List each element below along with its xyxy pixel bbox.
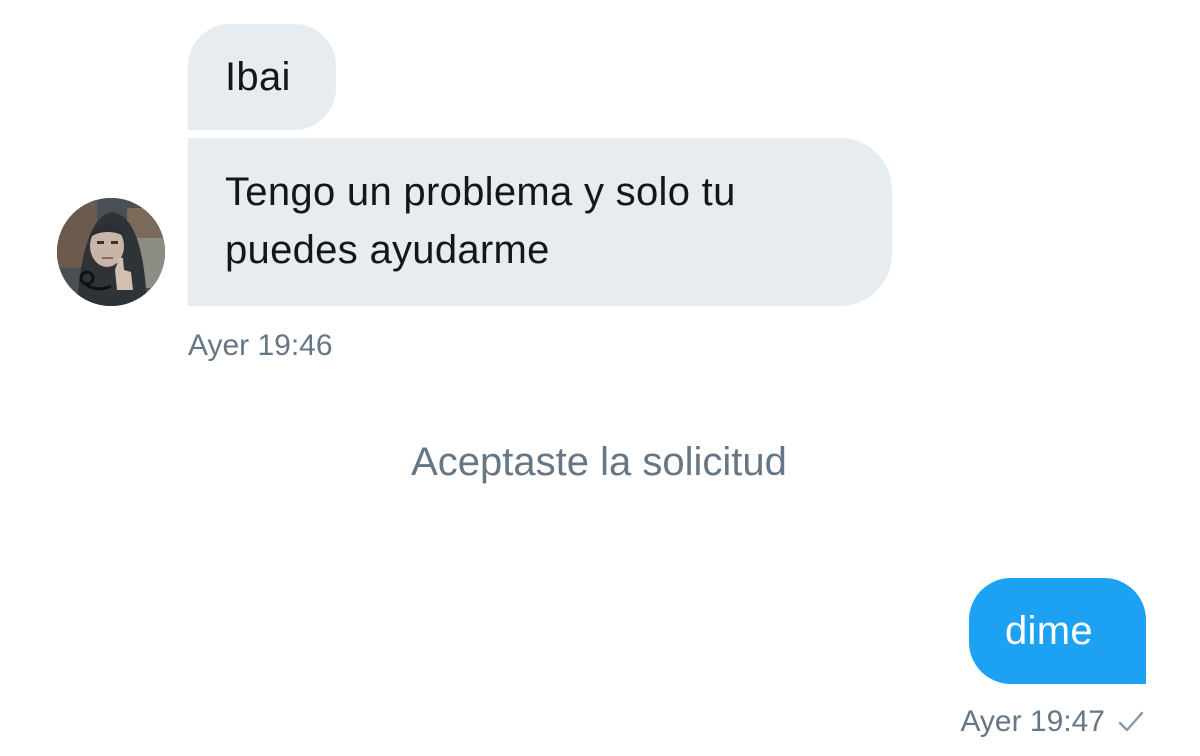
conversation-view: Ibai Tengo un problema y solo tu puedes … bbox=[0, 0, 1200, 756]
incoming-timestamp: Ayer 19:46 bbox=[188, 329, 333, 362]
outgoing-timestamp: Ayer 19:47 bbox=[960, 705, 1105, 738]
user-avatar-photo-icon bbox=[57, 198, 165, 306]
outgoing-meta: Ayer 19:47 bbox=[960, 704, 1145, 740]
incoming-message-bubble[interactable]: Tengo un problema y solo tu puedes ayuda… bbox=[188, 138, 892, 306]
sender-avatar[interactable] bbox=[57, 198, 165, 306]
message-text: Tengo un problema y solo tu puedes ayuda… bbox=[225, 170, 736, 272]
outgoing-message-bubble[interactable]: dime bbox=[969, 578, 1146, 684]
checkmark-icon bbox=[1118, 711, 1144, 732]
system-notice: Aceptaste la solicitud bbox=[411, 440, 787, 484]
message-text: Ibai bbox=[225, 55, 291, 99]
incoming-message-bubble[interactable]: Ibai bbox=[188, 24, 336, 130]
message-text: dime bbox=[1005, 609, 1093, 653]
